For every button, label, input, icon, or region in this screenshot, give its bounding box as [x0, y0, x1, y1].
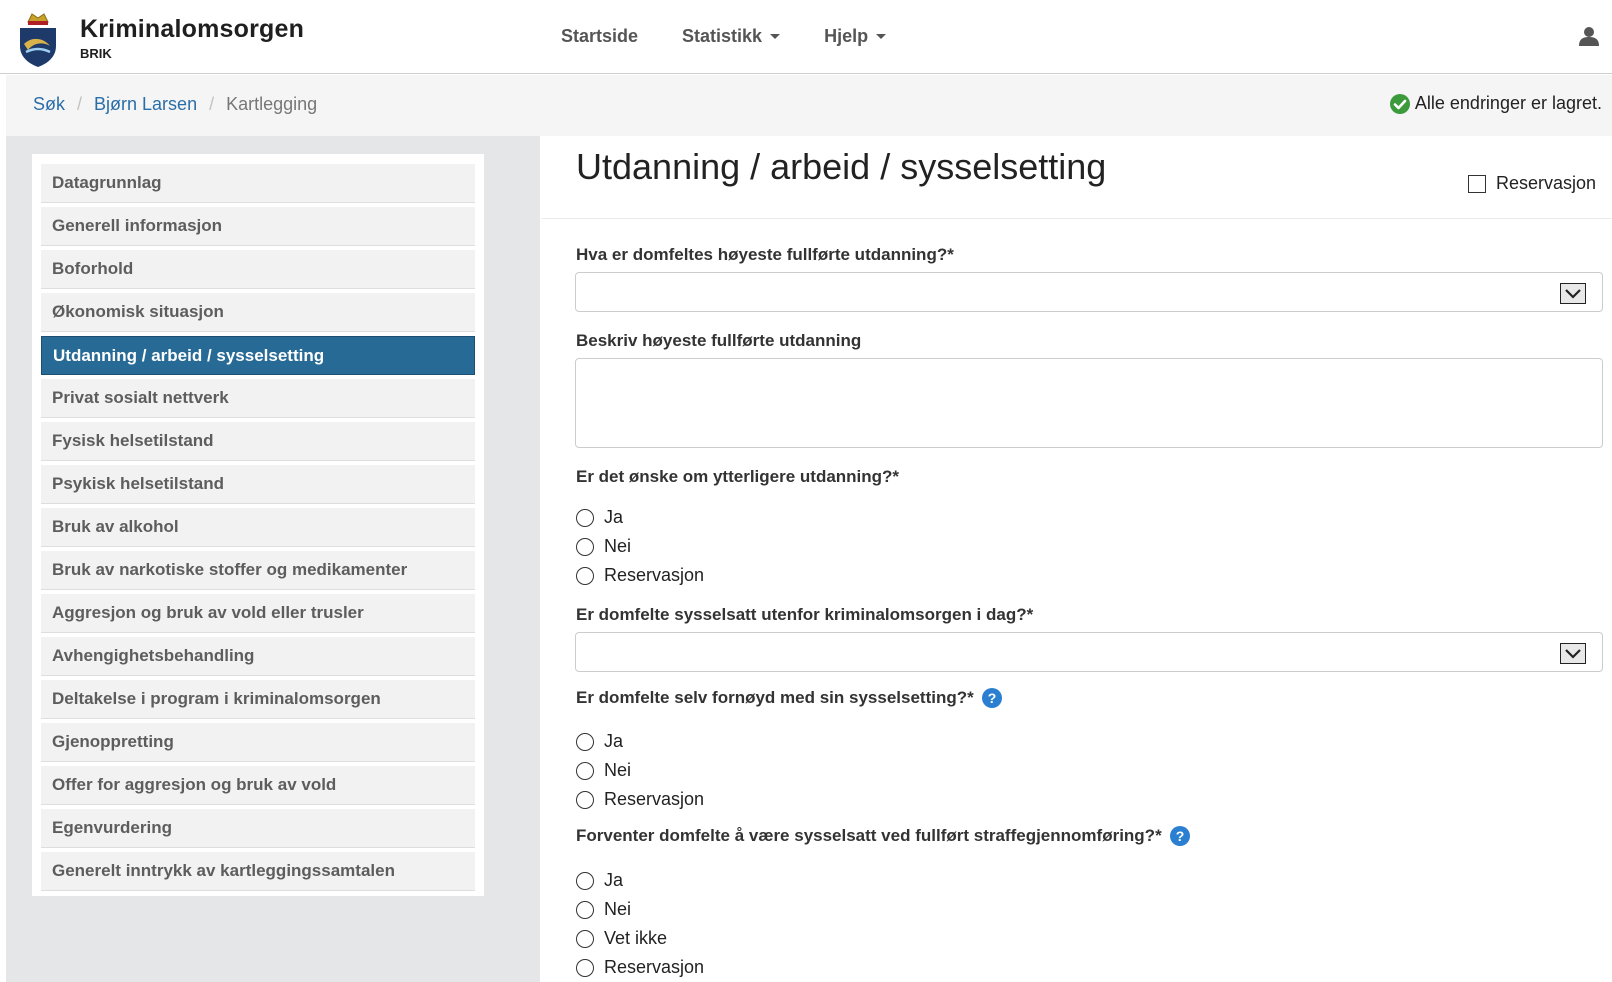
- brand-title: Kriminalomsorgen: [80, 15, 305, 43]
- breadcrumb-bar: Søk / Bjørn Larsen / Kartlegging Alle en…: [6, 75, 1612, 136]
- radio-button[interactable]: [576, 790, 594, 809]
- sidebar-item-offer-for-aggresjon[interactable]: Offer for aggresjon og bruk av vold: [41, 766, 475, 805]
- employment-status-select[interactable]: [575, 632, 1603, 672]
- radio-label: Ja: [604, 507, 624, 527]
- sidebar-nav: Datagrunnlag Generell informasjon Boforh…: [32, 154, 484, 896]
- brand-subtitle: BRIK: [80, 46, 112, 61]
- sidebar-item-avhengighetsbehandling[interactable]: Avhengighetsbehandling: [41, 637, 475, 676]
- sidebar-item-gjenoppretting[interactable]: Gjenoppretting: [41, 723, 475, 762]
- svg-text:?: ?: [1175, 828, 1184, 844]
- sidebar-item-utdanning-arbeid[interactable]: Utdanning / arbeid / sysselsetting: [41, 336, 475, 375]
- user-icon[interactable]: [1578, 26, 1600, 46]
- sidebar-item-fysisk-helsetilstand[interactable]: Fysisk helsetilstand: [41, 422, 475, 461]
- caret-down-icon: [770, 34, 781, 39]
- radio-label: Nei: [604, 536, 632, 556]
- question-circle-icon[interactable]: ?: [981, 688, 1002, 708]
- sidebar-item-deltakelse-i-program[interactable]: Deltakelse i program i kriminalomsorgen: [41, 680, 475, 719]
- radio-expect-employed-ja[interactable]: Ja: [576, 870, 623, 891]
- radio-satisfied-reservasjon[interactable]: Reservasjon: [576, 789, 704, 810]
- radio-label: Vet ikke: [604, 928, 668, 948]
- radio-satisfied-ja[interactable]: Ja: [576, 731, 623, 752]
- question-label: Er domfelte sysselsatt utenfor kriminalo…: [576, 605, 1034, 624]
- title-divider: [541, 218, 1612, 219]
- brand[interactable]: Kriminalomsorgen BRIK: [16, 8, 304, 68]
- breadcrumb-current: Kartlegging: [226, 94, 318, 114]
- chevron-down-icon[interactable]: [1560, 283, 1586, 304]
- breadcrumb: Søk / Bjørn Larsen / Kartlegging: [33, 94, 317, 115]
- radio-label: Reservasjon: [604, 957, 705, 977]
- question-label: Er det ønske om ytterligere utdanning?*: [576, 467, 900, 486]
- radio-button[interactable]: [576, 900, 594, 919]
- radio-button[interactable]: [576, 732, 594, 751]
- radio-button[interactable]: [576, 508, 594, 527]
- breadcrumb-sok[interactable]: Søk: [33, 94, 65, 115]
- breadcrumb-separator: /: [77, 94, 83, 114]
- question-label: Er domfelte selv fornøyd med sin syssels…: [576, 688, 974, 707]
- checkbox-box[interactable]: [1468, 174, 1486, 193]
- reservation-checkbox-label: Reservasjon: [1496, 173, 1597, 193]
- radio-further-education-ja[interactable]: Ja: [576, 507, 623, 528]
- radio-button[interactable]: [576, 537, 594, 556]
- main-nav: Startside Statistikk Hjelp: [561, 26, 930, 47]
- question-label: Forventer domfelte å være sysselsatt ved…: [576, 826, 1162, 845]
- nav-hjelp-label: Hjelp: [824, 26, 869, 46]
- chevron-down-icon[interactable]: [1560, 643, 1586, 664]
- sidebar-item-privat-sosialt-nettverk[interactable]: Privat sosialt nettverk: [41, 379, 475, 418]
- caret-down-icon: [876, 34, 887, 39]
- nav-statistikk-dropdown[interactable]: Statistikk: [682, 26, 781, 47]
- sidebar-item-egenvurdering[interactable]: Egenvurdering: [41, 809, 475, 848]
- sidebar-item-okonomisk-situasjon[interactable]: Økonomisk situasjon: [41, 293, 475, 332]
- radio-button[interactable]: [576, 929, 594, 948]
- sidebar-item-psykisk-helsetilstand[interactable]: Psykisk helsetilstand: [41, 465, 475, 504]
- top-navbar: Kriminalomsorgen BRIK Startside Statisti…: [0, 0, 1612, 74]
- radio-label: Reservasjon: [604, 565, 705, 585]
- radio-label: Reservasjon: [604, 789, 705, 809]
- radio-button[interactable]: [576, 958, 594, 977]
- radio-expect-employed-reservasjon[interactable]: Reservasjon: [576, 957, 704, 978]
- radio-expect-employed-nei[interactable]: Nei: [576, 899, 631, 920]
- nav-hjelp-dropdown[interactable]: Hjelp: [824, 26, 887, 47]
- breadcrumb-separator: /: [209, 94, 215, 114]
- radio-satisfied-nei[interactable]: Nei: [576, 760, 631, 781]
- question-label: Beskriv høyeste fullførte utdanning: [576, 331, 862, 350]
- radio-button[interactable]: [576, 871, 594, 890]
- question-label-with-help: Er domfelte selv fornøyd med sin syssels…: [576, 688, 1002, 708]
- radio-further-education-nei[interactable]: Nei: [576, 536, 631, 557]
- radio-expect-employed-vet-ikke[interactable]: Vet ikke: [576, 928, 667, 949]
- education-description-textarea[interactable]: [575, 358, 1603, 448]
- check-circle-icon: [1389, 93, 1410, 114]
- save-status: Alle endringer er lagret.: [1389, 93, 1602, 114]
- radio-further-education-reservasjon[interactable]: Reservasjon: [576, 565, 704, 586]
- radio-label: Nei: [604, 899, 632, 919]
- radio-button[interactable]: [576, 761, 594, 780]
- sidebar-item-narkotiske-stoffer[interactable]: Bruk av narkotiske stoffer og medikament…: [41, 551, 475, 590]
- breadcrumb-person[interactable]: Bjørn Larsen: [94, 94, 197, 115]
- sidebar-item-datagrunnlag[interactable]: Datagrunnlag: [41, 164, 475, 203]
- question-label: Hva er domfeltes høyeste fullførte utdan…: [576, 245, 954, 264]
- page-title: Utdanning / arbeid / sysselsetting: [576, 146, 1107, 187]
- radio-label: Nei: [604, 760, 632, 780]
- sidebar-item-bruk-av-alkohol[interactable]: Bruk av alkohol: [41, 508, 475, 547]
- radio-button[interactable]: [576, 566, 594, 585]
- save-status-text: Alle endringer er lagret.: [1414, 93, 1602, 113]
- nav-statistikk-label: Statistikk: [682, 26, 763, 46]
- education-level-select[interactable]: [575, 272, 1603, 312]
- nav-startside-label: Startside: [561, 26, 639, 46]
- svg-text:?: ?: [987, 690, 996, 706]
- reservation-checkbox[interactable]: Reservasjon: [1468, 173, 1596, 194]
- radio-label: Ja: [604, 731, 624, 751]
- nav-startside[interactable]: Startside: [561, 26, 638, 47]
- sidebar-item-generell-informasjon[interactable]: Generell informasjon: [41, 207, 475, 246]
- question-label-with-help: Forventer domfelte å være sysselsatt ved…: [576, 826, 1190, 846]
- coat-of-arms-icon: [20, 13, 56, 67]
- sidebar-item-generelt-inntrykk[interactable]: Generelt inntrykk av kartleggingssamtale…: [41, 852, 475, 891]
- sidebar-item-aggresjon[interactable]: Aggresjon og bruk av vold eller trusler: [41, 594, 475, 633]
- radio-label: Ja: [604, 870, 624, 890]
- sidebar-item-boforhold[interactable]: Boforhold: [41, 250, 475, 289]
- question-circle-icon[interactable]: ?: [1169, 826, 1190, 846]
